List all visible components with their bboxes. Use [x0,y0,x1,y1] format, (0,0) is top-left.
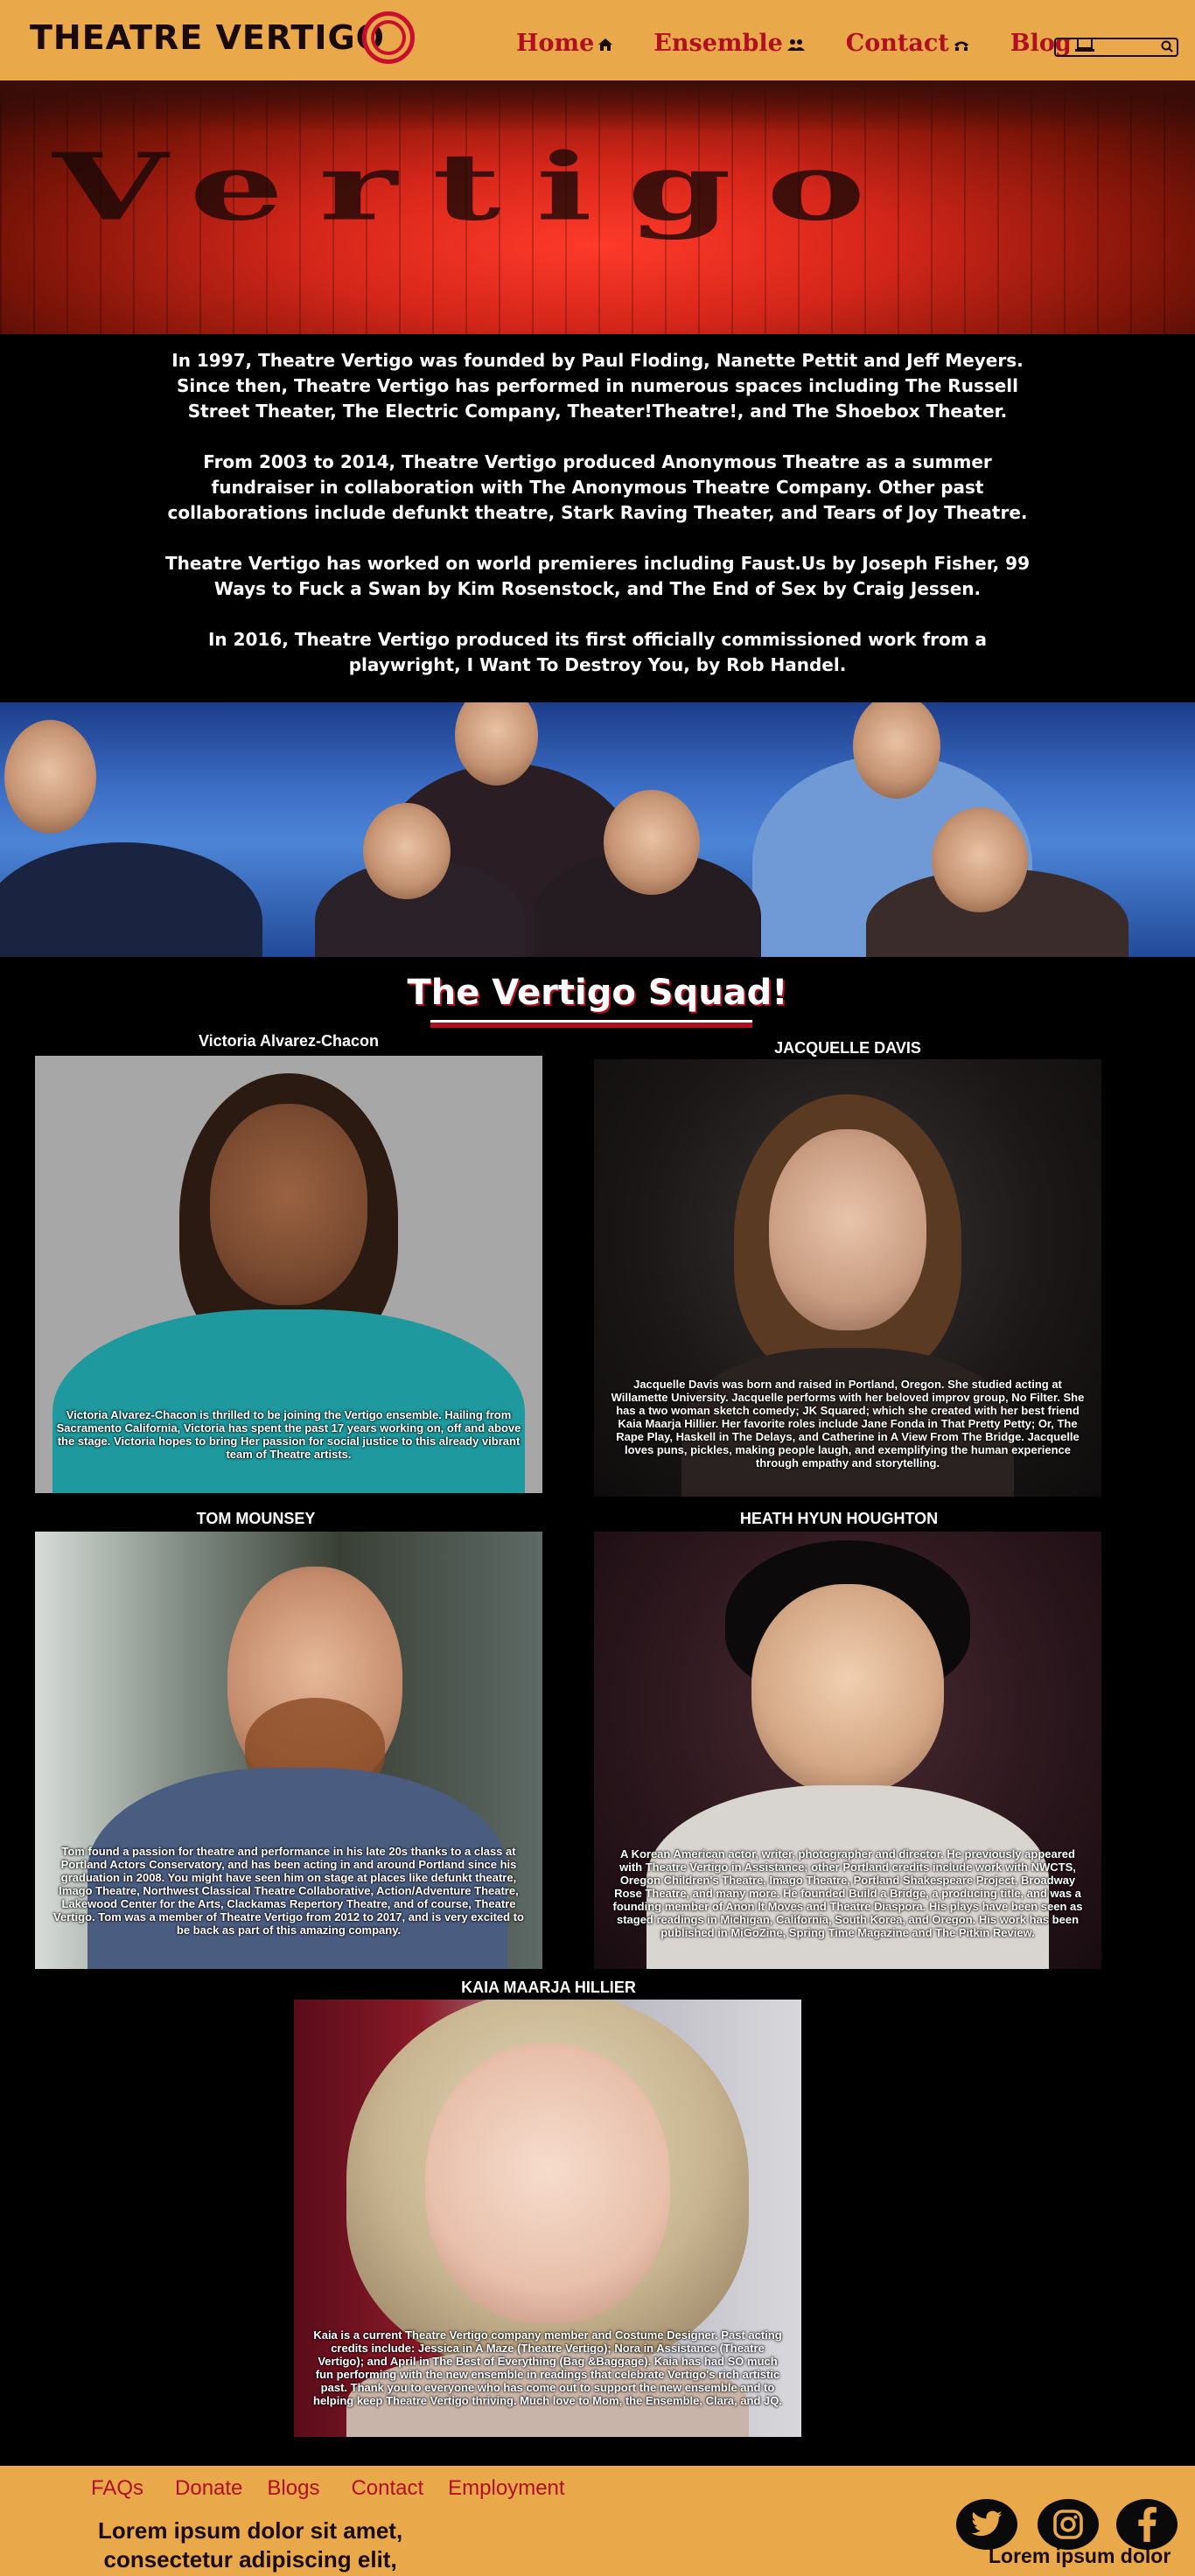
nav-contact[interactable]: Contact [846,30,970,57]
people-icon [786,38,806,56]
footer-lorem-text: Lorem ipsum dolor sit amet, consectetur … [98,2517,402,2574]
hero-banner: Vertigo [0,80,1195,334]
search-input[interactable] [1056,40,1152,57]
nav-ensemble[interactable]: Ensemble [653,30,805,57]
intro-text: In 1997, Theatre Vertigo was founded by … [157,348,1038,703]
site-logo[interactable]: THEATRE VERTIGO [30,10,415,65]
footer-lorem-right: Lorem ipsum dolor [989,2545,1171,2567]
member-name: KAIA MAARJA HILLIER [461,1979,636,1996]
nav-ensemble-label: Ensemble [653,30,783,57]
home-icon [598,38,613,56]
footer-link-faqs[interactable]: FAQs [91,2476,143,2501]
member-name: Victoria Alvarez-Chacon [198,1032,380,1050]
member-name: JACQUELLE DAVIS [774,1039,921,1057]
footer-lorem-line: consectetur adipiscing elit, [103,2546,397,2573]
nav-home[interactable]: Home [516,30,613,57]
member-card: Jacquelle Davis was born and raised in P… [594,1059,1101,1497]
intro-paragraph: Theatre Vertigo has worked on world prem… [164,553,1031,599]
facebook-icon[interactable] [1116,2499,1178,2550]
nav-contact-label: Contact [845,30,949,57]
nav-home-label: Home [516,30,595,57]
logo-ring-icon [361,11,415,64]
ensemble-photo [0,702,1195,957]
search-icon[interactable] [1161,40,1173,56]
intro-paragraph: From 2003 to 2014, Theatre Vertigo produ… [167,451,1028,523]
member-card: Tom found a passion for theatre and perf… [35,1532,542,1969]
hero-shadow [0,80,1195,133]
intro-paragraph: In 2016, Theatre Vertigo produced its fi… [207,629,988,675]
site-header: THEATRE VERTIGO Home Ensemble Contact Bl… [0,0,1195,80]
hero-logo-word: Vertigo [52,133,901,241]
twitter-icon[interactable] [956,2499,1017,2550]
squad-title: The Vertigo Squad! [407,973,788,1013]
member-card: Kaia is a current Theatre Vertigo compan… [294,2000,801,2437]
member-bio: Victoria Alvarez-Chacon is thrilled to b… [56,1408,521,1461]
member-card: Victoria Alvarez-Chacon is thrilled to b… [35,1056,542,1493]
instagram-icon[interactable] [1038,2499,1099,2550]
logo-text: THEATRE VERTIGO [30,18,385,57]
member-name: HEATH HYUN HOUGHTON [739,1510,939,1527]
footer-link-contact[interactable]: Contact [351,2476,423,2501]
footer-link-donate[interactable]: Donate [175,2476,242,2501]
main-nav: Home Ensemble Contact Blog [516,30,1135,57]
member-bio: Tom found a passion for theatre and perf… [52,1845,524,1937]
member-card: A Korean American actor, writer, photogr… [594,1532,1101,1969]
member-bio: Kaia is a current Theatre Vertigo compan… [313,2328,782,2407]
member-name: TOM MOUNSEY [196,1510,316,1527]
squad-title-underline [430,1020,752,1028]
member-bio: Jacquelle Davis was born and raised in P… [611,1378,1085,1470]
site-footer: FAQs Donate Blogs Contact Employment Lor… [0,2466,1195,2576]
footer-lorem-line: Lorem ipsum dolor sit amet, [98,2517,403,2544]
footer-links: FAQs Donate Blogs Contact Employment [91,2476,597,2501]
intro-paragraph: In 1997, Theatre Vertigo was founded by … [171,350,1024,422]
search-box[interactable] [1054,38,1178,57]
footer-link-employment[interactable]: Employment [448,2476,564,2501]
phone-icon [953,38,970,56]
member-bio: A Korean American actor, writer, photogr… [612,1847,1083,1939]
footer-link-blogs[interactable]: Blogs [267,2476,319,2501]
